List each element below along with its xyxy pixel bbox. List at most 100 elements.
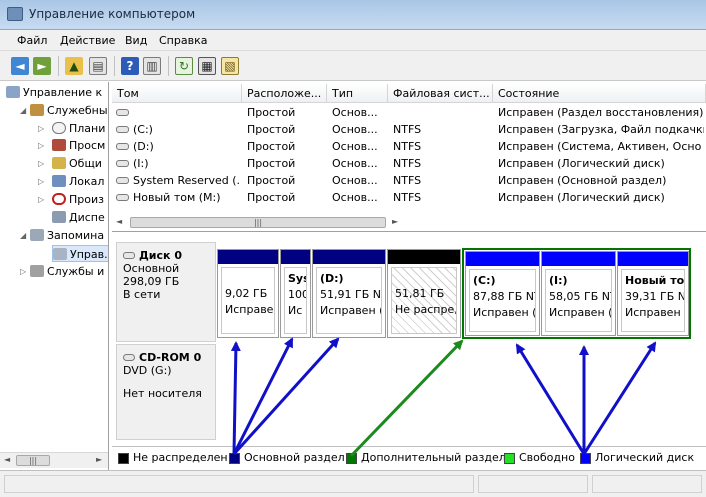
refresh-icon[interactable]: ↻ <box>175 57 193 75</box>
export-icon[interactable]: ▧ <box>221 57 239 75</box>
status-cell <box>478 475 588 493</box>
tree-item-services[interactable]: Службы и <box>30 263 104 280</box>
collapse-arrow-icon[interactable]: ◢ <box>20 106 26 115</box>
tree-item-disk-management[interactable]: Управ. <box>52 245 108 262</box>
expand-arrow-icon[interactable]: ▷ <box>38 177 44 186</box>
volume-list-scroll-thumb[interactable]: ||| <box>130 217 386 228</box>
scroll-left-icon[interactable]: ◄ <box>116 217 122 226</box>
shared-folder-icon <box>52 157 66 169</box>
computer-icon <box>6 86 20 98</box>
legend-swatch-extended <box>346 453 357 464</box>
table-row[interactable]: (C:) Простой Основ... NTFS Исправен (Заг… <box>112 121 706 138</box>
console-tree-icon[interactable]: ▤ <box>89 57 107 75</box>
services-icon <box>30 265 44 277</box>
volume-list-header: Том Расположе... Тип Файловая сист... Со… <box>112 84 706 103</box>
drive-icon <box>116 160 129 167</box>
column-status[interactable]: Состояние <box>493 84 706 103</box>
volume-list: Том Расположе... Тип Файловая сист... Со… <box>112 82 706 232</box>
event-viewer-icon <box>52 139 66 151</box>
legend: Не распределен Основной раздел Дополните… <box>112 446 706 470</box>
view-icon[interactable]: ▥ <box>143 57 161 75</box>
legend-extended: Дополнительный раздел <box>361 451 506 464</box>
tree-item-scheduler[interactable]: Плани <box>52 120 105 137</box>
status-cell <box>592 475 702 493</box>
legend-swatch-logical <box>580 453 591 464</box>
disk-icon <box>123 252 135 259</box>
partition-unallocated[interactable]: 51,81 ГБ Не распре, <box>387 249 461 338</box>
column-layout[interactable]: Расположе... <box>242 84 327 103</box>
forward-icon[interactable]: ► <box>33 57 51 75</box>
expand-arrow-icon[interactable]: ▷ <box>38 159 44 168</box>
storage-icon <box>30 229 44 241</box>
partition-m[interactable]: Новый то39,31 ГБ NTИсправен ( <box>617 251 689 336</box>
partition-system-reserved[interactable]: Sys100Ис <box>280 249 311 338</box>
status-bar <box>0 470 706 497</box>
performance-icon <box>52 193 66 205</box>
disk-map: Диск 0 Основной 298,09 ГБ В сети 9,02 ГБ… <box>112 238 706 470</box>
drive-icon <box>116 143 129 150</box>
drive-icon <box>116 194 129 201</box>
partition-i[interactable]: (I:) 58,05 ГБ NT Исправен ( <box>541 251 616 336</box>
menu-bar: Файл Действие Вид Справка <box>0 30 706 51</box>
tools-icon <box>30 104 44 116</box>
legend-swatch-free <box>504 453 515 464</box>
table-row[interactable]: Простой Основ... Исправен (Раздел восста… <box>112 104 706 121</box>
scroll-right-icon[interactable]: ► <box>392 217 398 226</box>
legend-swatch-unallocated <box>118 453 129 464</box>
menu-help[interactable]: Справка <box>159 34 207 47</box>
tree-item-event-viewer[interactable]: Просм <box>52 137 105 154</box>
collapse-arrow-icon[interactable]: ◢ <box>20 231 26 240</box>
drive-icon <box>116 177 129 184</box>
legend-primary: Основной раздел <box>244 451 345 464</box>
table-row[interactable]: System Reserved (... Простой Основ... NT… <box>112 172 706 189</box>
drive-icon <box>116 109 129 116</box>
column-type[interactable]: Тип <box>327 84 388 103</box>
partition-c[interactable]: (C:) 87,88 ГБ NT Исправен ( <box>465 251 540 336</box>
expand-arrow-icon[interactable]: ▷ <box>38 195 44 204</box>
tree-scrollbar[interactable]: ◄ ||| ► <box>0 452 108 468</box>
window-title: Управление компьютером <box>29 7 196 21</box>
menu-file[interactable]: Файл <box>17 34 47 47</box>
tree-item-device-manager[interactable]: Диспе <box>52 209 105 226</box>
up-folder-icon[interactable]: ▲ <box>65 57 83 75</box>
partition-recovery[interactable]: 9,02 ГБ Исправе <box>217 249 279 338</box>
table-row[interactable]: (I:) Простой Основ... NTFS Исправен (Лог… <box>112 155 706 172</box>
legend-free: Свободно <box>519 451 575 464</box>
console-tree: Управление к ◢ Служебны ▷ Плани ▷ Просм … <box>0 82 109 470</box>
legend-unallocated: Не распределен <box>133 451 228 464</box>
menu-view[interactable]: Вид <box>125 34 147 47</box>
legend-swatch-primary <box>229 453 240 464</box>
properties-icon[interactable]: ▦ <box>198 57 216 75</box>
tree-item-local-users[interactable]: Локал <box>52 173 104 190</box>
disk-0-label[interactable]: Диск 0 Основной 298,09 ГБ В сети <box>116 242 216 342</box>
column-file-system[interactable]: Файловая сист... <box>388 84 493 103</box>
partition-d[interactable]: (D:) 51,91 ГБ NT Исправен ( <box>312 249 386 338</box>
tree-item-shared-folders[interactable]: Общи <box>52 155 102 172</box>
tree-item-performance[interactable]: Произ <box>52 191 104 208</box>
tree-item-system-tools[interactable]: Служебны <box>30 102 108 119</box>
scroll-left-icon[interactable]: ◄ <box>4 455 10 464</box>
table-row[interactable]: (D:) Простой Основ... NTFS Исправен (Сис… <box>112 138 706 155</box>
legend-logical: Логический диск <box>595 451 695 464</box>
tree-scroll-thumb[interactable]: ||| <box>16 455 50 466</box>
tree-item-computer-management[interactable]: Управление к <box>6 84 102 101</box>
column-volume[interactable]: Том <box>112 84 242 103</box>
expand-arrow-icon[interactable]: ▷ <box>20 267 26 276</box>
expand-arrow-icon[interactable]: ▷ <box>38 141 44 150</box>
status-cell <box>4 475 474 493</box>
table-row[interactable]: Новый том (M:) Простой Основ... NTFS Исп… <box>112 189 706 206</box>
device-manager-icon <box>52 211 66 223</box>
tree-item-storage[interactable]: Запомина <box>30 227 104 244</box>
help-icon[interactable]: ? <box>121 57 139 75</box>
scroll-right-icon[interactable]: ► <box>96 455 102 464</box>
users-icon <box>52 175 66 187</box>
cdrom-icon <box>123 354 135 361</box>
computer-management-icon <box>7 7 23 21</box>
expand-arrow-icon[interactable]: ▷ <box>38 124 44 133</box>
cdrom-0-label[interactable]: CD-ROM 0 DVD (G:) Нет носителя <box>116 344 216 440</box>
drive-icon <box>116 126 129 133</box>
disk-management-icon <box>53 248 67 260</box>
back-icon[interactable]: ◄ <box>11 57 29 75</box>
menu-action[interactable]: Действие <box>60 34 115 47</box>
volume-list-scrollbar[interactable]: ◄ ||| ► <box>112 215 706 231</box>
